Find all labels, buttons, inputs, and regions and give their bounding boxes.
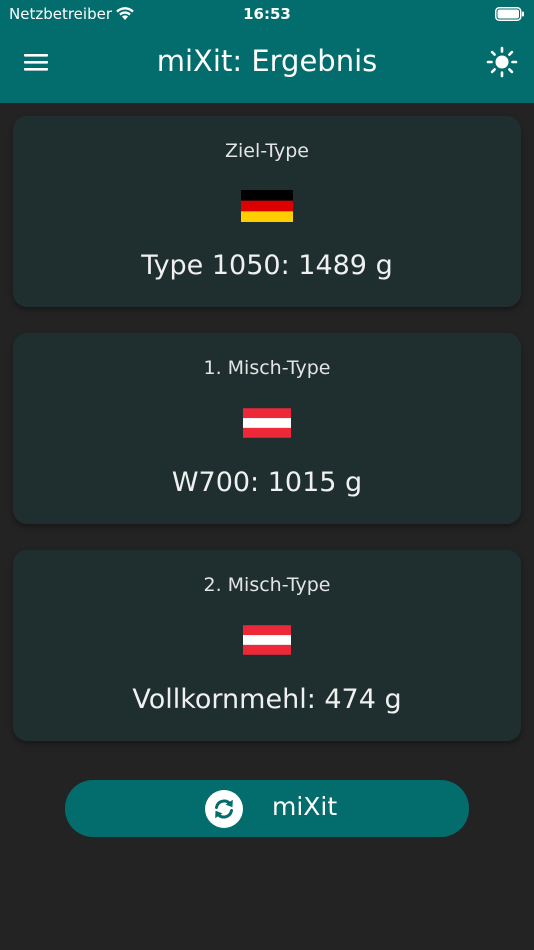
germany-flag-icon	[241, 190, 293, 222]
status-time: 16:53	[243, 5, 291, 23]
mixit-button-label: miXit	[272, 792, 338, 821]
card-label: Ziel-Type	[224, 140, 309, 162]
refresh-icon	[205, 790, 243, 828]
brightness-icon[interactable]	[486, 46, 518, 78]
mixit-button[interactable]: miXit	[65, 780, 469, 837]
austria-flag-icon	[243, 625, 291, 655]
page-title: miXit: Ergebnis	[156, 44, 378, 78]
app-bar: miXit: Ergebnis	[0, 30, 534, 103]
status-bar: Netzbetreiber 16:53	[0, 0, 534, 30]
austria-flag-icon	[243, 408, 291, 438]
battery-icon	[495, 7, 524, 21]
card-value: Type 1050: 1489 g	[141, 250, 393, 281]
mix-type-2-card: 2. Misch-Type Vollkornmehl: 474 g	[13, 550, 521, 741]
target-type-card: Ziel-Type Type 1050: 1489 g	[13, 116, 521, 307]
mix-type-1-card: 1. Misch-Type W700: 1015 g	[13, 333, 521, 524]
card-value: Vollkornmehl: 474 g	[132, 684, 402, 715]
card-label: 2. Misch-Type	[203, 574, 331, 596]
card-label: 1. Misch-Type	[203, 357, 331, 379]
card-value: W700: 1015 g	[171, 467, 363, 498]
